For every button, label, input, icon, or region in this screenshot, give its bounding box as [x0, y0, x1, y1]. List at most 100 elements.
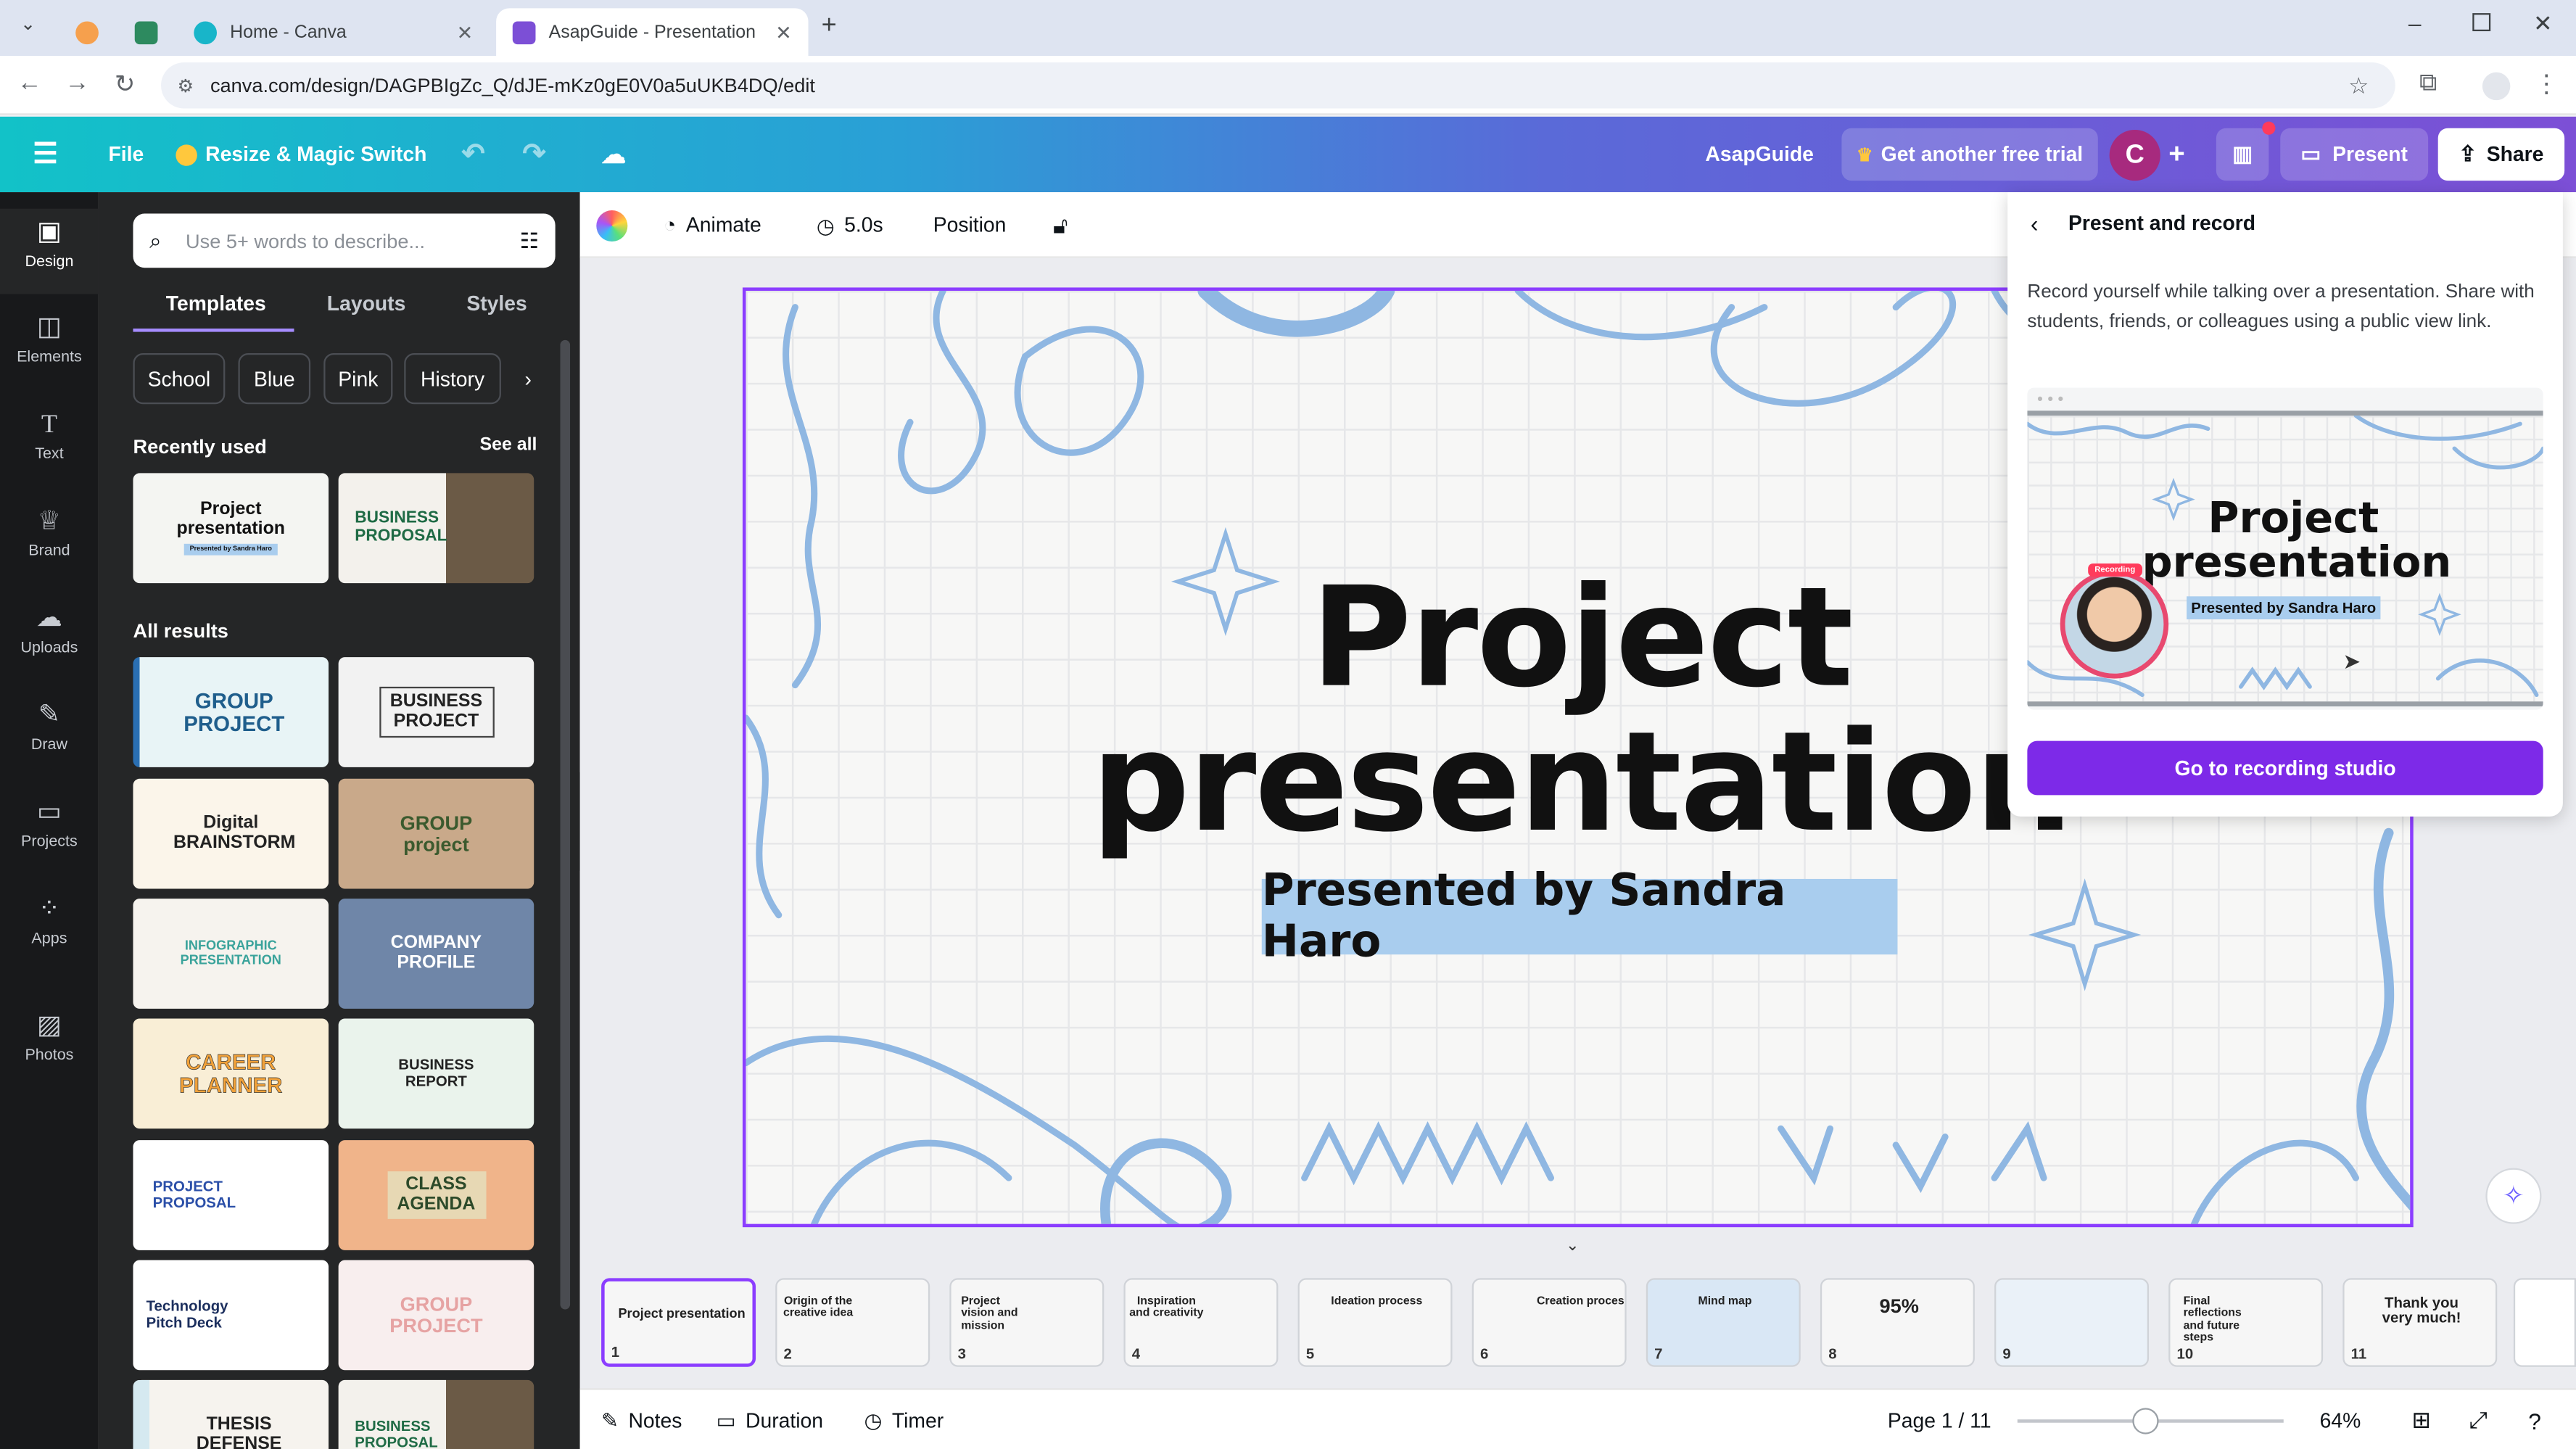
collapse-pages-icon[interactable]: ⌄	[1566, 1237, 1580, 1255]
rail-apps[interactable]: ⁘ Apps	[0, 892, 99, 978]
new-tab-icon[interactable]: +	[822, 12, 837, 41]
fullscreen-icon[interactable]: ⤢	[2469, 1390, 2488, 1449]
resize-magic-switch-button[interactable]: Resize & Magic Switch	[176, 117, 426, 192]
duration-footer-button[interactable]: ▭ Duration	[717, 1390, 823, 1449]
template-search-input[interactable]: ⌕ Use 5+ words to describe... ☷	[133, 213, 556, 268]
undo-icon[interactable]: ↶	[462, 117, 485, 192]
template-thumb[interactable]: BUSINESS REPORT	[338, 1018, 534, 1129]
zoom-slider-knob[interactable]	[2132, 1408, 2159, 1434]
go-to-recording-studio-button[interactable]: Go to recording studio	[2027, 740, 2543, 796]
timer-button[interactable]: ◷ Timer	[864, 1390, 944, 1449]
duration-button[interactable]: ◷ 5.0s	[817, 192, 883, 258]
panel-scrollbar[interactable]	[560, 339, 571, 1310]
filter-chip-history[interactable]: History	[404, 353, 501, 405]
template-thumb[interactable]: BUSINESS PROJECT	[338, 657, 534, 767]
user-avatar[interactable]: C	[2109, 129, 2160, 181]
tab-asapguide-presentation[interactable]: AsapGuide - Presentation ✕	[496, 8, 809, 57]
back-icon[interactable]: ←	[13, 69, 46, 97]
zoom-level[interactable]: 64%	[2320, 1390, 2361, 1449]
slide-subtitle[interactable]: Presented by Sandra Haro	[1261, 866, 1898, 967]
rail-uploads[interactable]: ☁ Uploads	[0, 601, 99, 687]
invite-plus-icon[interactable]: +	[2168, 117, 2185, 192]
bookmark-star-icon[interactable]: ☆	[2348, 72, 2369, 100]
tab-styles[interactable]: Styles	[466, 292, 527, 315]
help-icon[interactable]: ?	[2528, 1390, 2541, 1449]
template-thumb[interactable]: PROJECT PROPOSAL	[133, 1140, 329, 1250]
template-thumb[interactable]: COMPANY PROFILE	[338, 899, 534, 1009]
share-button[interactable]: ⇪ Share	[2437, 128, 2565, 181]
rail-design[interactable]: ▣ Design	[0, 208, 99, 294]
animate-button[interactable]: ◔ Animate	[664, 192, 761, 258]
site-info-icon[interactable]: ⚙	[178, 75, 194, 96]
page-thumb-1[interactable]: Project presentation 1	[601, 1278, 756, 1367]
rail-text[interactable]: T Text	[0, 408, 99, 493]
tab-layouts[interactable]: Layouts	[327, 292, 406, 315]
rail-elements[interactable]: ◫ Elements	[0, 310, 99, 396]
rail-projects[interactable]: ▭ Projects	[0, 795, 99, 880]
chips-next-icon[interactable]: ›	[511, 353, 546, 404]
url-field[interactable]: ⚙ canva.com/design/DAGPBIgZc_Q/dJE-mKz0g…	[160, 62, 2395, 109]
template-thumb[interactable]: Technology Pitch Deck	[133, 1260, 329, 1371]
filter-chip-pink[interactable]: Pink	[323, 353, 393, 405]
page-thumb-3[interactable]: Project vision and mission 3	[949, 1278, 1105, 1367]
page-thumb-2[interactable]: Origin of the creative idea 2	[775, 1278, 930, 1367]
page-thumb-11[interactable]: Thank you very much! 11	[2342, 1278, 2498, 1367]
tab-search-button[interactable]: ⌄	[15, 13, 41, 39]
rail-draw[interactable]: ✎ Draw	[0, 698, 99, 784]
back-chevron-icon[interactable]: ‹	[2031, 210, 2039, 236]
rail-brand[interactable]: ♕ Brand	[0, 504, 99, 590]
template-thumb[interactable]: INFOGRAPHIC PRESENTATION	[133, 899, 329, 1009]
template-thumb[interactable]: CAREER PLANNER	[133, 1018, 329, 1129]
template-thumb[interactable]: THESIS DEFENSE	[133, 1379, 329, 1449]
tab-pinned-1[interactable]	[59, 8, 115, 56]
color-picker-icon[interactable]	[596, 192, 628, 258]
page-thumb-10[interactable]: Final reflections and future steps 10	[2168, 1278, 2324, 1367]
present-button[interactable]: ▭ Present	[2280, 128, 2429, 181]
template-thumb-business-proposal[interactable]: BUSINESS PROPOSAL	[338, 473, 534, 584]
page-indicator[interactable]: Page 1 / 11	[1888, 1390, 1991, 1449]
add-page-thumb[interactable]	[2513, 1278, 2576, 1367]
template-thumb[interactable]: GROUP PROJECT	[338, 1260, 534, 1371]
grid-view-icon[interactable]: ⊞	[2411, 1390, 2431, 1449]
team-name[interactable]: AsapGuide	[1705, 117, 1814, 192]
free-trial-button[interactable]: ♛ Get another free trial	[1841, 128, 2098, 181]
page-thumb-6[interactable]: Creation process 6	[1471, 1278, 1627, 1367]
tab-pinned-2[interactable]	[118, 8, 174, 56]
redo-icon[interactable]: ↷	[522, 117, 545, 192]
template-thumb[interactable]: Digital BRAINSTORM	[133, 778, 329, 889]
browser-menu-icon[interactable]: ⋮	[2530, 69, 2563, 99]
cloud-save-icon[interactable]: ☁	[601, 117, 626, 192]
reload-icon[interactable]: ↻	[109, 69, 141, 99]
file-menu[interactable]: File	[109, 117, 144, 192]
insights-button[interactable]: ▥	[2216, 128, 2269, 181]
filter-chip-blue[interactable]: Blue	[238, 353, 311, 405]
page-thumb-5[interactable]: Ideation process 5	[1297, 1278, 1453, 1367]
page-thumb-8[interactable]: 95% 8	[1820, 1278, 1975, 1367]
tab-home-canva[interactable]: Home - Canva ✕	[178, 8, 490, 56]
page-thumb-7[interactable]: Mind map 7	[1646, 1278, 1801, 1367]
template-thumb[interactable]: CLASS AGENDA	[338, 1140, 534, 1250]
template-thumb-project-presentation[interactable]: Project presentation Presented by Sandra…	[133, 473, 329, 584]
main-menu-icon[interactable]: ☰	[33, 117, 58, 192]
tab-templates[interactable]: Templates	[166, 292, 266, 315]
template-thumb[interactable]: GROUP project	[338, 778, 534, 889]
page-thumb-9[interactable]: 9	[1994, 1278, 2150, 1367]
restore-icon[interactable]	[2472, 13, 2491, 32]
template-thumb[interactable]: BUSINESS PROPOSAL	[338, 1379, 534, 1449]
rail-photos[interactable]: ▨ Photos	[0, 1009, 99, 1094]
close-icon[interactable]: ✕	[775, 20, 792, 44]
lock-icon[interactable]: 🔓︎	[1053, 192, 1068, 258]
forward-icon[interactable]: →	[61, 69, 94, 97]
filter-chip-school[interactable]: School	[133, 353, 226, 405]
filter-icon[interactable]: ☷	[520, 228, 539, 254]
close-icon[interactable]: ✕	[457, 20, 474, 44]
notes-button[interactable]: ✎ Notes	[601, 1390, 682, 1449]
page-thumb-4[interactable]: Inspiration and creativity 4	[1123, 1278, 1279, 1367]
see-all-link[interactable]: See all	[479, 435, 537, 455]
magic-assistant-button[interactable]: ✧	[2485, 1168, 2542, 1224]
extensions-icon[interactable]: ⧉	[2411, 69, 2444, 97]
minimize-icon[interactable]: –	[2408, 10, 2422, 36]
template-thumb[interactable]: GROUP PROJECT	[133, 657, 329, 767]
window-close-icon[interactable]: ✕	[2533, 10, 2553, 38]
position-button[interactable]: Position	[933, 192, 1007, 258]
